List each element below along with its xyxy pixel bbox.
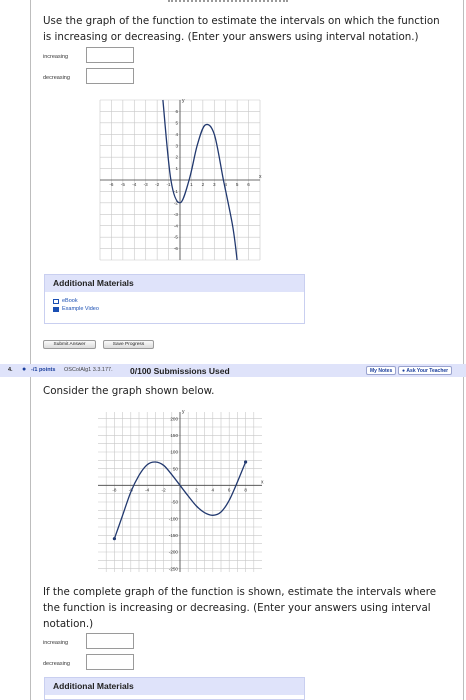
y-tick-label: -4 [174,223,179,228]
y-tick-label: -150 [169,533,179,538]
function-graph-2: xy-8 -6 -4 -2 2 4 6 820015010050-50-100-150-200… [98,409,264,572]
x-tick-label: 5 [236,182,239,187]
y-tick-label: 4 [175,132,178,137]
x-tick-label: 3 [213,182,216,187]
y-tick-label: 100 [170,450,178,455]
curve-endpoint [112,537,116,541]
top-divider [0,0,466,8]
increasing-answer-input[interactable] [86,47,134,63]
additional-materials-panel: Additional Materials eBook Example Video [44,274,305,324]
consider-text: Consider the graph shown below. [43,385,215,397]
question-header-bar: 4. ● -/1 points OSColAlg1 3.3.177. 0/100… [0,364,466,377]
my-notes-button[interactable]: My Notes [366,366,397,375]
y-tick-label: 6 [175,109,178,114]
x-tick-label: 1 [190,182,193,187]
decreasing-answer-input-2[interactable] [86,654,134,670]
y-axis-label: y [182,409,185,415]
x-tick-label: -2 [155,182,160,187]
decreasing-label-2: decreasing [43,661,70,667]
y-axis-label: y [182,98,185,104]
y-tick-label: -3 [174,212,179,217]
question-prompt-line2: is increasing or decreasing. (Enter your… [43,31,419,43]
x-tick-label: -2 [162,487,167,492]
ask-teacher-label: Ask Your Teacher [406,367,449,374]
decreasing-label: decreasing [43,75,70,81]
right-border [463,0,464,364]
additional-materials-title: Additional Materials [45,275,304,292]
y-tick-label: -6 [174,246,179,251]
video-icon [53,306,59,312]
x-tick-label: 8 [244,487,247,492]
increasing-label: increasing [43,54,69,60]
question2-prompt-line3: notation.) [43,618,94,630]
x-tick-label: -1 [167,182,172,187]
y-tick-label: 3 [175,143,178,148]
y-tick-label: -250 [169,566,179,571]
y-tick-label: 50 [173,466,179,471]
x-tick-label: -6 [109,182,114,187]
submit-answer-button[interactable]: Submit Answer [43,340,96,349]
curve-endpoint [244,460,248,464]
example-video-link[interactable]: Example Video [53,306,304,312]
y-tick-label: -100 [169,516,179,521]
x-axis-label: x [259,174,262,180]
x-tick-label: 6 [247,182,250,187]
y-tick-label: 1 [175,166,178,171]
left-border-2 [30,377,31,700]
left-border [30,0,31,364]
decreasing-answer-input[interactable] [86,68,134,84]
x-tick-label: 6 [228,487,231,492]
right-border-2 [463,377,464,700]
y-tick-label: 2 [175,155,178,160]
y-tick-label: -1 [174,189,179,194]
question2-prompt-line2: the function is increasing or decreasing… [43,602,431,614]
x-tick-label: -8 [112,487,117,492]
increasing-label-2: increasing [43,640,69,646]
y-tick-label: -5 [174,235,179,240]
example-video-link-label: Example Video [62,306,99,312]
question-number: 4. [8,367,13,373]
book-icon [53,298,59,304]
question2-prompt-line1: If the complete graph of the function is… [43,586,437,598]
x-tick-label: 2 [202,182,205,187]
y-tick-label: -200 [169,550,179,555]
x-tick-label: 2 [195,487,198,492]
increasing-answer-input-2[interactable] [86,633,134,649]
my-notes-label: My Notes [370,367,393,374]
question-code: OSColAlg1 3.3.177. [64,367,113,373]
y-tick-label: 200 [170,416,178,421]
x-tick-label: 4 [212,487,215,492]
save-progress-button[interactable]: Save Progress [103,340,154,349]
submissions-used: 0/100 Submissions Used [130,366,230,376]
ebook-link[interactable]: eBook [53,298,304,304]
additional-materials-title-2: Additional Materials [45,678,304,695]
y-tick-label: 150 [170,433,178,438]
function-graph-1: xy-6 -5 -4 -3 -2 -1 1 2 3 4 5 6654321-1-2-3-4-5-6 [99,98,262,261]
question-prompt-line1: Use the graph of the function to estimat… [43,15,440,27]
x-axis-label: x [261,479,264,485]
x-tick-label: -4 [145,487,150,492]
ebook-link-label: eBook [62,298,78,304]
ask-teacher-button[interactable]: ● Ask Your Teacher [398,366,453,375]
additional-materials-panel-2: Additional Materials [44,677,305,700]
expand-icon[interactable]: ● [22,366,26,373]
y-tick-label: 5 [175,120,178,125]
y-tick-label: -50 [171,500,178,505]
x-tick-label: -5 [121,182,126,187]
x-tick-label: -3 [144,182,149,187]
x-tick-label: -4 [132,182,137,187]
points-label: -/1 points [31,367,56,373]
